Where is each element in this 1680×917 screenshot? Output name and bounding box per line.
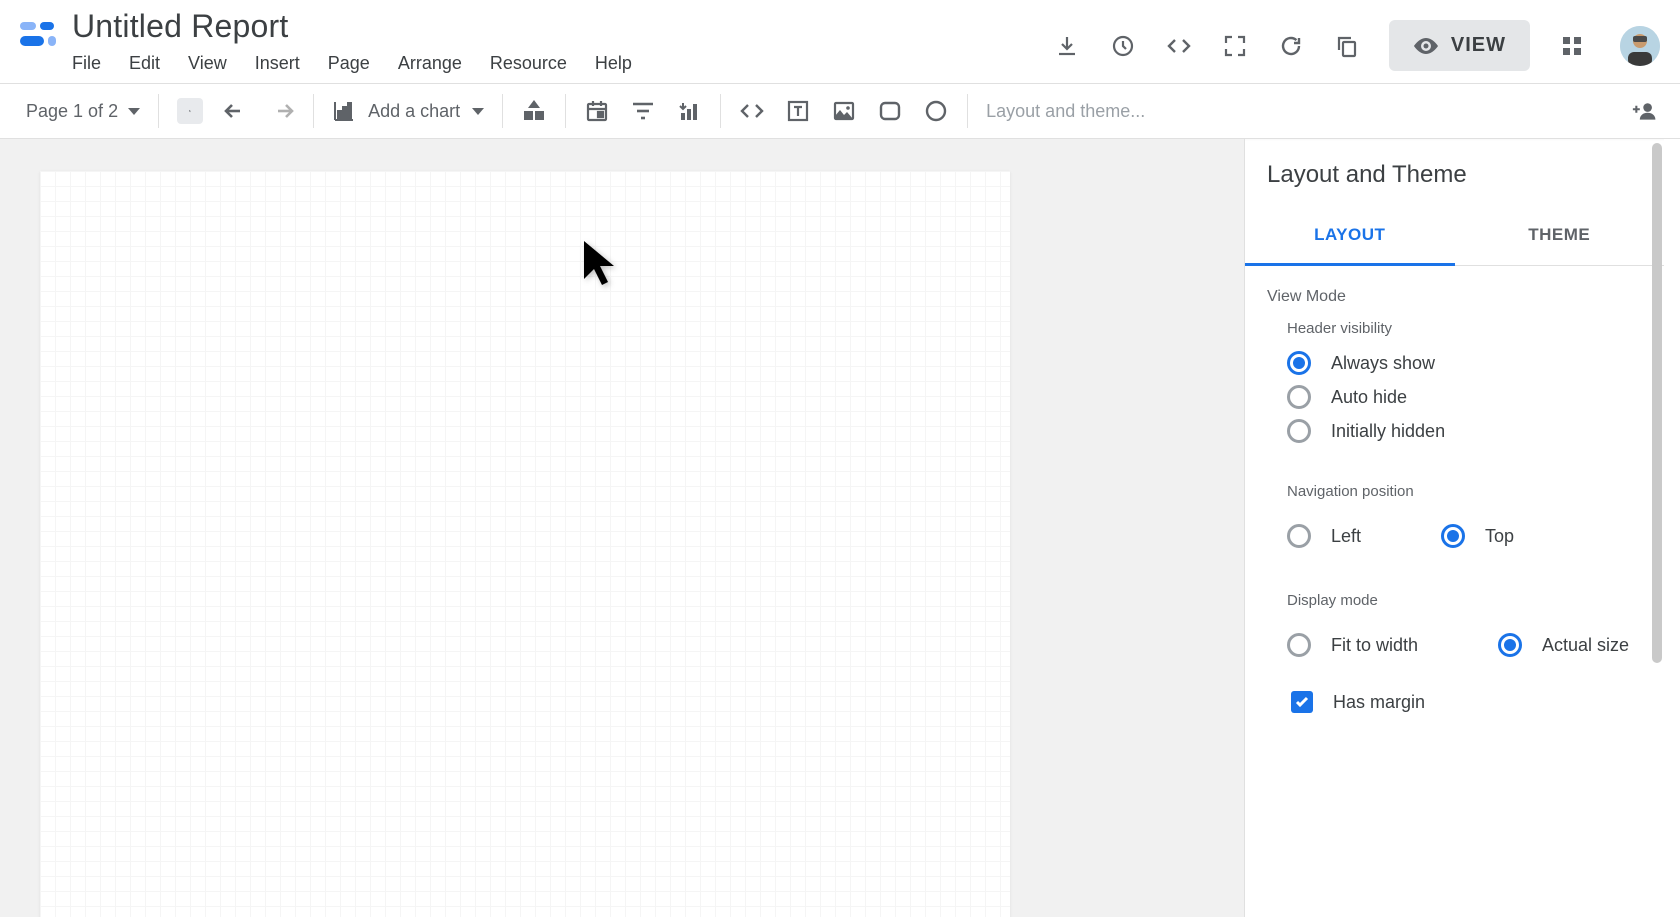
add-chart-button[interactable]: Add a chart — [332, 99, 484, 123]
add-person-icon[interactable] — [1632, 98, 1658, 124]
checkbox-icon — [1291, 691, 1313, 713]
filter-icon[interactable] — [630, 98, 656, 124]
add-chart-label: Add a chart — [368, 101, 460, 122]
radio-label: Actual size — [1542, 635, 1629, 656]
radio-icon — [1287, 419, 1311, 443]
radio-display-actual[interactable]: Actual size — [1498, 633, 1629, 657]
radio-label: Fit to width — [1331, 635, 1418, 656]
refresh-icon[interactable] — [1277, 32, 1305, 60]
chart-icon — [332, 99, 356, 123]
radio-label: Always show — [1331, 353, 1435, 374]
chevron-down-icon — [128, 108, 140, 115]
header-visibility-label: Header visibility — [1287, 320, 1642, 337]
select-tool[interactable] — [177, 98, 203, 124]
menu-insert[interactable]: Insert — [255, 53, 300, 74]
view-button-label: VIEW — [1451, 34, 1506, 57]
menu-resource[interactable]: Resource — [490, 53, 567, 74]
radio-label: Left — [1331, 526, 1361, 547]
url-embed-icon[interactable] — [739, 98, 765, 124]
menu-help[interactable]: Help — [595, 53, 632, 74]
panel-title: Layout and Theme — [1245, 139, 1664, 207]
page-selector[interactable]: Page 1 of 2 — [26, 101, 140, 122]
navigation-position-label: Navigation position — [1287, 483, 1642, 500]
data-control-icon[interactable] — [676, 98, 702, 124]
radio-icon — [1287, 633, 1311, 657]
chevron-down-icon — [472, 108, 484, 115]
radio-header-initial[interactable]: Initially hidden — [1287, 419, 1642, 443]
circle-icon[interactable] — [923, 98, 949, 124]
undo-button[interactable] — [223, 98, 249, 124]
eye-icon — [1413, 36, 1439, 56]
tab-layout[interactable]: LAYOUT — [1245, 207, 1455, 266]
radio-label: Auto hide — [1331, 387, 1407, 408]
rectangle-icon[interactable] — [877, 98, 903, 124]
text-icon[interactable] — [785, 98, 811, 124]
radio-icon — [1287, 385, 1311, 409]
menu-view[interactable]: View — [188, 53, 227, 74]
right-gutter — [1664, 139, 1680, 917]
app-logo[interactable] — [18, 16, 58, 56]
layout-theme-field[interactable]: Layout and theme... — [968, 101, 1632, 122]
radio-label: Initially hidden — [1331, 421, 1445, 442]
view-mode-label: View Mode — [1267, 288, 1642, 306]
panel-scrollbar[interactable] — [1652, 143, 1662, 663]
radio-header-always[interactable]: Always show — [1287, 351, 1642, 375]
date-range-icon[interactable] — [584, 98, 610, 124]
radio-icon — [1287, 351, 1311, 375]
image-icon[interactable] — [831, 98, 857, 124]
download-icon[interactable] — [1053, 32, 1081, 60]
radio-nav-top[interactable]: Top — [1441, 524, 1514, 548]
apps-icon[interactable] — [1558, 32, 1586, 60]
menu-file[interactable]: File — [72, 53, 101, 74]
radio-label: Top — [1485, 526, 1514, 547]
view-button[interactable]: VIEW — [1389, 20, 1530, 71]
menu-page[interactable]: Page — [328, 53, 370, 74]
checkbox-has-margin[interactable]: Has margin — [1291, 691, 1642, 713]
canvas-area[interactable] — [0, 139, 1244, 917]
radio-icon — [1287, 524, 1311, 548]
radio-icon — [1498, 633, 1522, 657]
side-panel: Layout and Theme LAYOUT THEME View Mode … — [1244, 139, 1664, 917]
embed-icon[interactable] — [1165, 32, 1193, 60]
radio-nav-left[interactable]: Left — [1287, 524, 1361, 548]
history-icon[interactable] — [1109, 32, 1137, 60]
page-selector-label: Page 1 of 2 — [26, 101, 118, 122]
checkbox-label: Has margin — [1333, 692, 1425, 713]
report-page-canvas[interactable] — [40, 171, 1010, 917]
report-title[interactable]: Untitled Report — [72, 8, 632, 45]
redo-button[interactable] — [269, 98, 295, 124]
tab-theme[interactable]: THEME — [1455, 207, 1665, 265]
menu-edit[interactable]: Edit — [129, 53, 160, 74]
copy-icon[interactable] — [1333, 32, 1361, 60]
display-mode-label: Display mode — [1287, 592, 1642, 609]
radio-header-auto[interactable]: Auto hide — [1287, 385, 1642, 409]
fullscreen-icon[interactable] — [1221, 32, 1249, 60]
community-viz-icon[interactable] — [521, 98, 547, 124]
radio-icon — [1441, 524, 1465, 548]
user-avatar[interactable] — [1620, 26, 1660, 66]
menu-arrange[interactable]: Arrange — [398, 53, 462, 74]
cursor-icon — [580, 239, 618, 289]
radio-display-fit[interactable]: Fit to width — [1287, 633, 1418, 657]
